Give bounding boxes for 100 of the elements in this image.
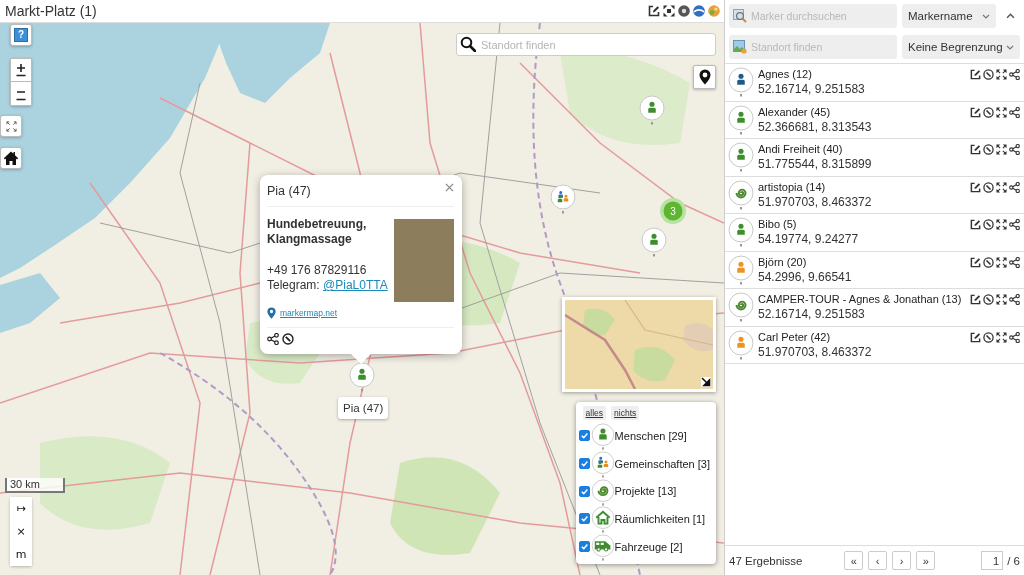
share-icon[interactable] xyxy=(1009,294,1020,305)
share-icon[interactable] xyxy=(1009,69,1020,80)
edit-icon[interactable] xyxy=(970,144,981,155)
slashed-circle-icon[interactable] xyxy=(983,69,994,80)
share-icon[interactable] xyxy=(267,333,279,345)
zoom-out-button[interactable] xyxy=(10,82,32,106)
page-button[interactable]: » xyxy=(916,551,936,570)
scale-bar: 30 km xyxy=(5,478,65,493)
spiral-marker-icon xyxy=(728,179,754,210)
person-marker-icon[interactable] xyxy=(641,227,667,257)
expand-icon[interactable] xyxy=(996,181,1007,193)
measure-button[interactable]: × xyxy=(10,520,32,543)
location-pin-icon xyxy=(267,307,276,319)
expand-icon[interactable] xyxy=(996,331,1007,343)
checkbox[interactable] xyxy=(578,485,590,497)
result-coordinates: 52.16714, 9.251583 xyxy=(758,81,866,97)
measure-button[interactable]: ↦ xyxy=(10,497,32,520)
result-item[interactable]: artistopia (14) 51.970703, 8.463372 xyxy=(725,176,1024,214)
result-item[interactable]: Agnes (12) 52.16714, 9.251583 xyxy=(725,64,1024,102)
checkbox[interactable] xyxy=(578,458,590,470)
edit-icon[interactable] xyxy=(970,256,981,268)
slashed-circle-icon[interactable] xyxy=(282,333,294,345)
people-marker-icon xyxy=(590,451,615,479)
fullscreen-button[interactable] xyxy=(0,115,22,137)
share-icon[interactable] xyxy=(1009,256,1020,268)
checkbox[interactable] xyxy=(578,513,590,525)
radius-dropdown[interactable]: Keine Begrenzung xyxy=(902,35,1020,59)
popup-description: Hundebetreuung, Klangmassage xyxy=(267,217,368,247)
edit-icon[interactable] xyxy=(970,106,981,118)
edit-icon[interactable] xyxy=(970,181,981,193)
person-marker-icon xyxy=(728,254,754,285)
search-icon xyxy=(460,36,476,52)
ball-icon[interactable] xyxy=(708,5,720,17)
checkbox[interactable] xyxy=(578,541,590,553)
result-item[interactable]: Björn (20) 54.2996, 9.66541 xyxy=(725,251,1024,289)
share-icon[interactable] xyxy=(1009,144,1020,155)
select-all-button[interactable]: alles xyxy=(582,406,607,420)
share-icon[interactable] xyxy=(1009,106,1020,118)
expand-icon[interactable] xyxy=(996,106,1007,118)
expand-icon xyxy=(5,120,17,132)
arrow-icon[interactable] xyxy=(701,377,711,387)
website-link[interactable]: markermap.net xyxy=(280,308,338,318)
person-marker-icon[interactable] xyxy=(639,95,665,125)
home-button[interactable] xyxy=(0,147,22,169)
legend-label: Gemeinschaften [3] xyxy=(614,457,710,470)
share-icon[interactable] xyxy=(1009,219,1020,230)
edit-icon[interactable] xyxy=(970,219,981,230)
result-item[interactable]: CAMPER-TOUR - Agnes & Jonathan (13) 52.16714, 9.251583 xyxy=(725,289,1024,327)
people-marker-icon[interactable] xyxy=(550,184,576,214)
map-pin-icon xyxy=(698,69,711,85)
house-marker-icon xyxy=(590,506,615,534)
slashed-circle-icon[interactable] xyxy=(983,331,994,343)
result-item[interactable]: Bibo (5) 54.19774, 9.24277 xyxy=(725,214,1024,252)
expand-icon[interactable] xyxy=(996,219,1007,230)
select-none-button[interactable]: nichts xyxy=(611,406,640,420)
zoom-in-button[interactable] xyxy=(10,58,32,82)
disc-icon[interactable] xyxy=(678,5,690,17)
share-icon[interactable] xyxy=(1009,181,1020,193)
result-item[interactable]: Andi Freiheit (40) 51.775544, 8.315899 xyxy=(725,139,1024,177)
person-marker-icon[interactable] xyxy=(349,362,375,392)
close-icon[interactable] xyxy=(445,182,454,192)
result-name: Agnes (12) xyxy=(758,67,813,81)
location-search-field[interactable]: Standort finden xyxy=(456,33,716,56)
result-item[interactable]: Carl Peter (42) 51.970703, 8.463372 xyxy=(725,326,1024,364)
locate-button[interactable] xyxy=(693,65,716,89)
expand-icon[interactable] xyxy=(996,256,1007,268)
telegram-link[interactable]: @PiaL0TTA xyxy=(323,278,388,292)
slashed-circle-icon[interactable] xyxy=(983,181,994,193)
page-button[interactable]: « xyxy=(844,551,864,570)
edit-icon[interactable] xyxy=(970,69,981,80)
person-marker-icon xyxy=(728,104,754,135)
spiral-marker-icon xyxy=(728,292,754,322)
sort-dropdown[interactable]: Markername xyxy=(902,4,996,28)
expand-icon[interactable] xyxy=(996,69,1007,80)
edit-icon[interactable] xyxy=(970,294,981,305)
page-input[interactable]: 1 xyxy=(981,551,1004,570)
legend-label: Projekte [13] xyxy=(614,485,677,498)
expand-icon[interactable] xyxy=(996,294,1007,305)
share-icon[interactable] xyxy=(1009,331,1020,343)
result-coordinates: 52.16714, 9.251583 xyxy=(758,306,866,322)
slashed-circle-icon[interactable] xyxy=(983,106,994,118)
page-button[interactable]: › xyxy=(892,551,912,570)
page-button[interactable]: ‹ xyxy=(868,551,888,570)
slashed-circle-icon[interactable] xyxy=(983,294,994,305)
result-item[interactable]: Alexander (45) 52.366681, 8.313543 xyxy=(725,101,1024,139)
map-image-icon xyxy=(733,40,747,54)
result-coordinates: 52.366681, 8.313543 xyxy=(758,118,873,135)
edit-icon[interactable] xyxy=(648,5,660,17)
globe-icon[interactable] xyxy=(693,5,705,17)
edit-icon[interactable] xyxy=(970,331,981,343)
measure-button[interactable]: m xyxy=(10,543,32,566)
zoom-in-icon xyxy=(15,63,27,77)
person-marker-icon xyxy=(728,142,754,172)
popup-title: Pia (47) xyxy=(267,184,311,198)
slashed-circle-icon[interactable] xyxy=(983,219,994,230)
checkbox[interactable] xyxy=(578,430,590,442)
expand-icon[interactable] xyxy=(996,144,1007,155)
slashed-circle-icon[interactable] xyxy=(983,256,994,268)
slashed-circle-icon[interactable] xyxy=(983,144,994,155)
fullscreen-icon[interactable] xyxy=(663,5,675,17)
